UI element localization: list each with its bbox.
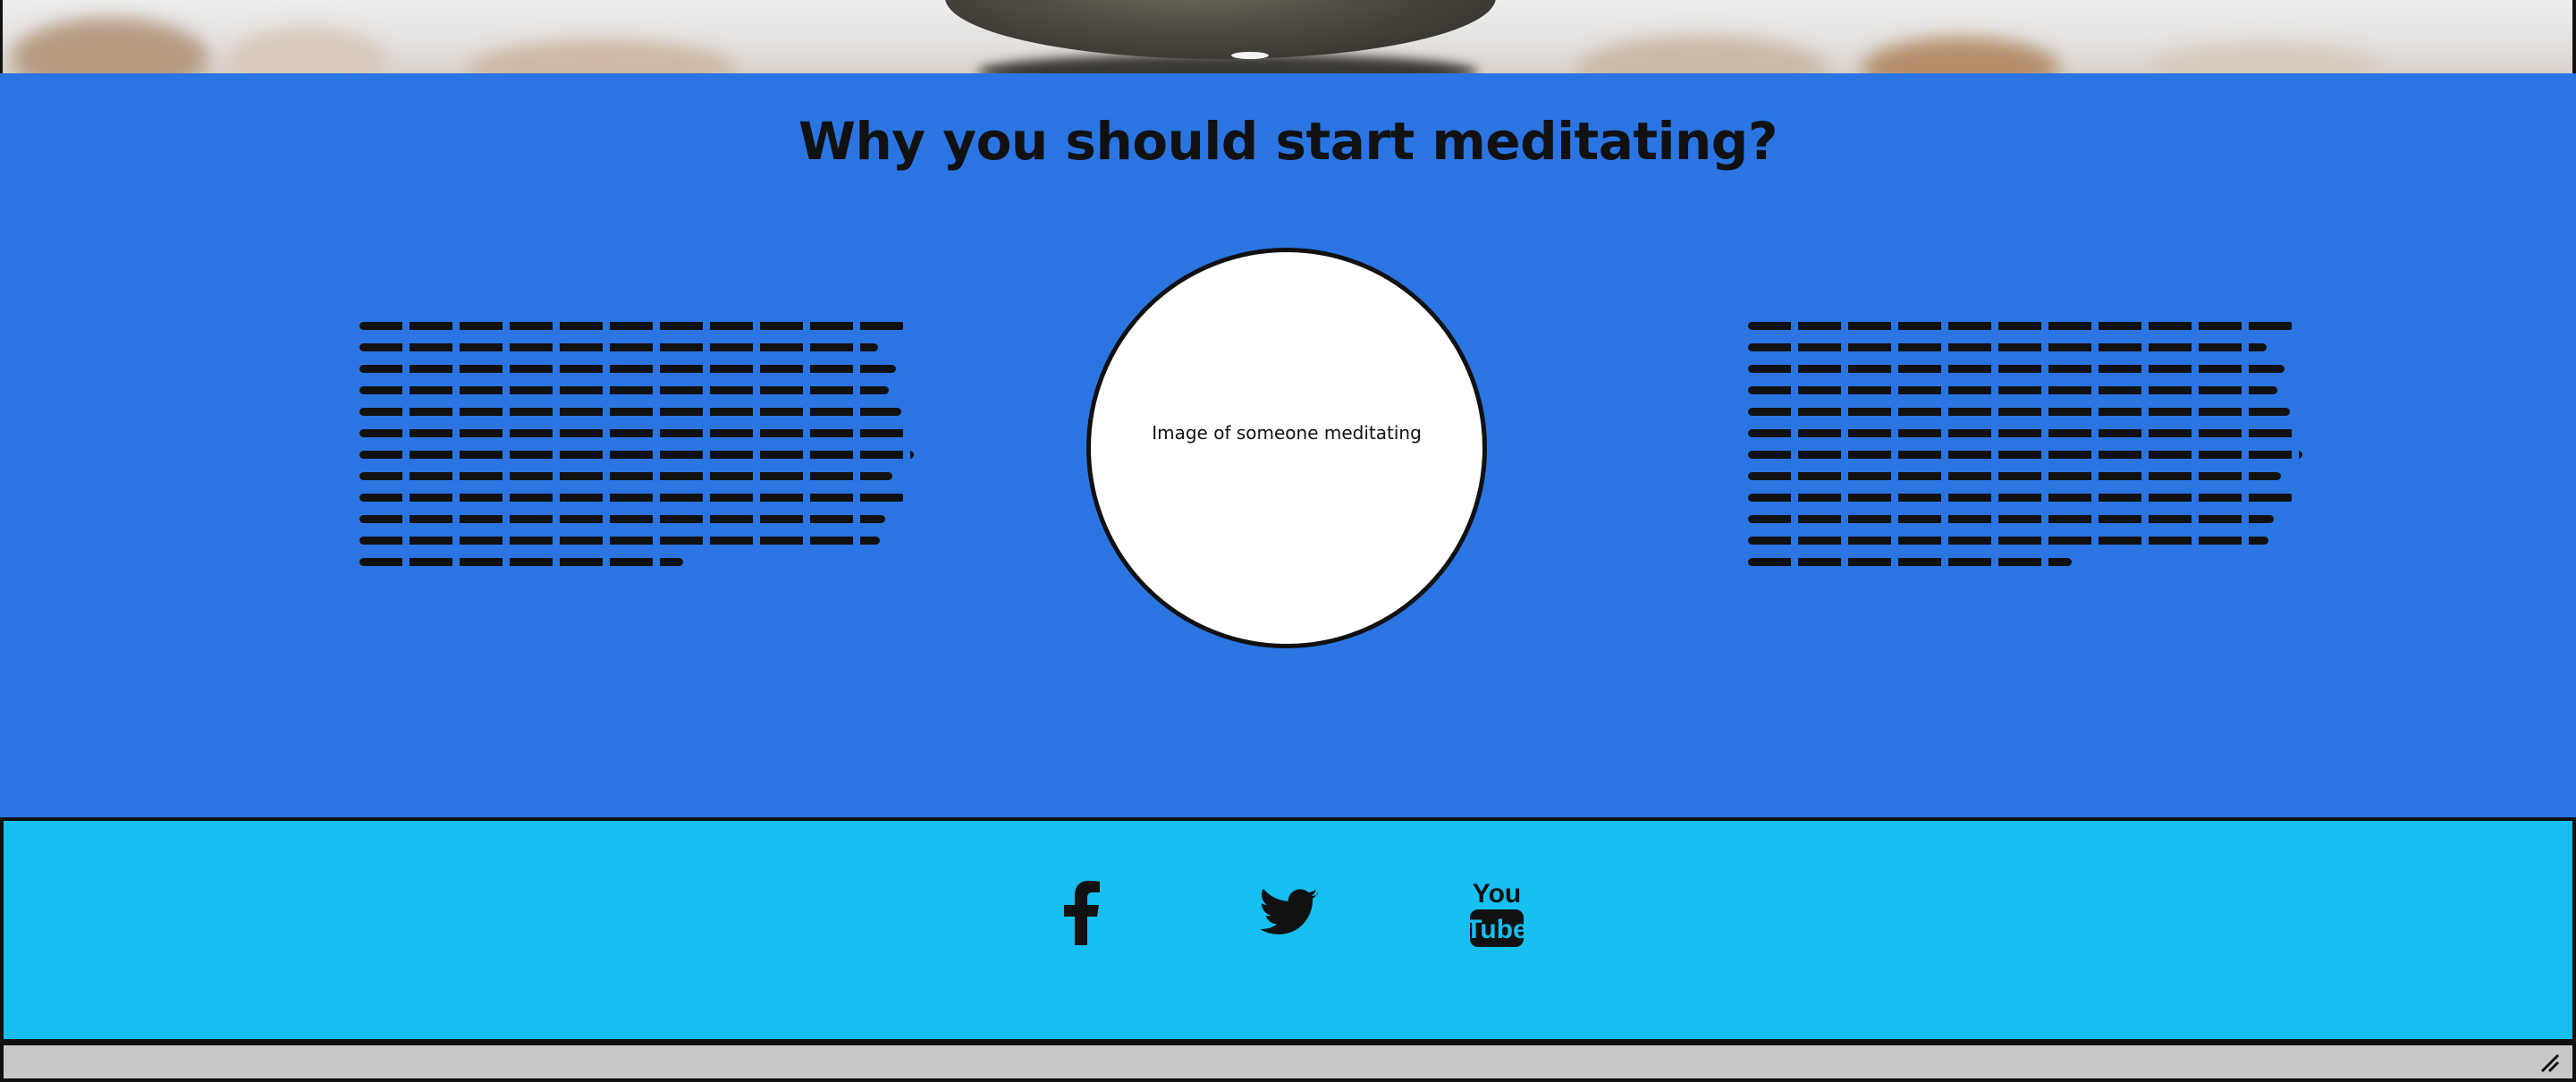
content-section: Why you should start meditating? Image o…: [0, 73, 2576, 817]
facebook-icon[interactable]: [1046, 873, 1118, 953]
placeholder-text-right: [1748, 322, 2302, 579]
twitter-icon[interactable]: [1254, 873, 1325, 953]
resize-grip-icon[interactable]: [2538, 1052, 2560, 1073]
placeholder-text-left: [359, 322, 914, 579]
youtube-icon-text-top: You: [1473, 879, 1521, 909]
status-bar: [0, 1043, 2576, 1082]
hero-image: [0, 0, 2576, 73]
stone-image: [945, 0, 1496, 59]
meditation-image-placeholder: Image of someone meditating: [1086, 248, 1487, 648]
youtube-icon[interactable]: You Tube: [1461, 873, 1533, 953]
youtube-icon-text-bottom: Tube: [1468, 915, 1525, 944]
image-placeholder-label: Image of someone meditating: [1152, 422, 1422, 444]
footer: You Tube: [0, 817, 2576, 1043]
page-title: Why you should start meditating?: [798, 111, 1778, 172]
